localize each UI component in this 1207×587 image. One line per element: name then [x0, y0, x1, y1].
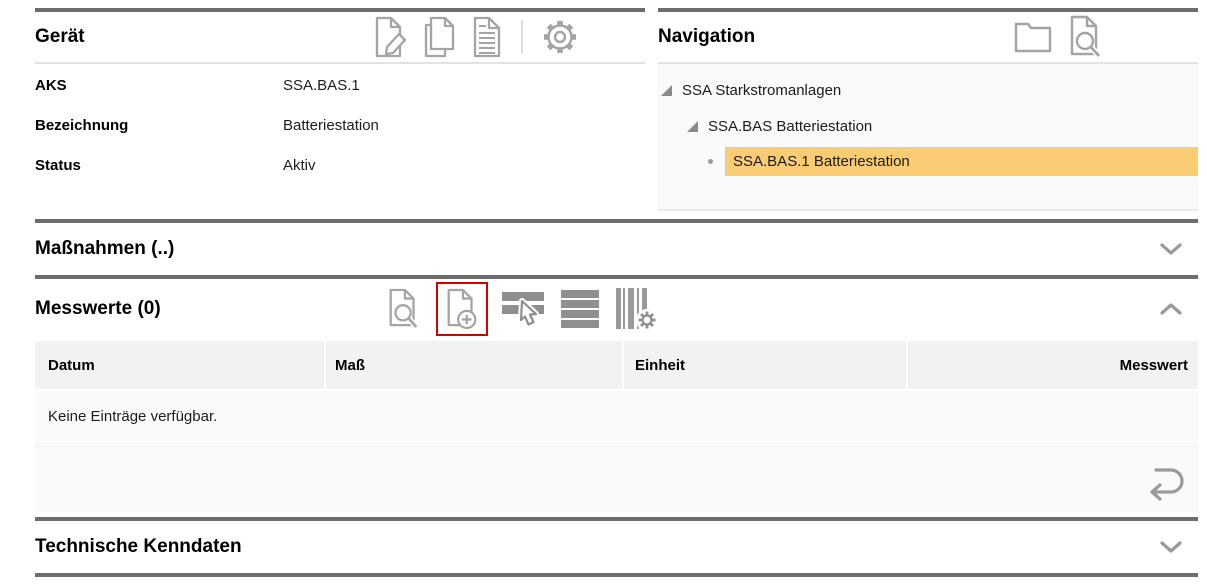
messwerte-table-header: Datum Maß Einheit Messwert [35, 341, 1198, 389]
edit-document-icon [373, 15, 409, 59]
field-value: Batteriestation [283, 117, 379, 134]
app-root: Gerät [0, 0, 1207, 587]
device-fields: AKS SSA.BAS.1 Bezeichnung Batteriestatio… [35, 64, 645, 222]
column-header-einheit[interactable]: Einheit [624, 341, 908, 389]
barcode-settings-icon [613, 286, 659, 332]
report-document-icon [471, 15, 505, 59]
highlighted-icon-frame [436, 282, 488, 336]
chevron-down-icon[interactable] [1160, 242, 1182, 256]
massnahmen-title: Maßnahmen (..) [35, 238, 174, 260]
edit-document-button[interactable] [373, 15, 409, 59]
tree-selected-highlight[interactable]: SSA.BAS.1 Batteriestation [725, 147, 1198, 176]
barcode-settings-button[interactable] [613, 286, 659, 332]
column-header-datum[interactable]: Datum [35, 341, 326, 389]
messwerte-toolbar [385, 282, 659, 336]
navigation-panel: Navigation [658, 8, 1198, 211]
navigation-panel-header: Navigation [658, 12, 1198, 64]
column-header-messwert[interactable]: Messwert [908, 341, 1198, 389]
list-rows-icon [560, 289, 600, 329]
navigation-tree: SSA Starkstromanlagen SSA.BAS Batteriest… [658, 64, 1198, 176]
device-panel-title: Gerät [35, 26, 85, 48]
tree-expander-icon[interactable] [660, 84, 673, 97]
folder-icon [1013, 19, 1053, 55]
navigation-tree-body: SSA Starkstromanlagen SSA.BAS Batteriest… [658, 64, 1198, 209]
chevron-up-icon[interactable] [1160, 302, 1182, 316]
technische-kenndaten-section-bar[interactable]: Technische Kenndaten [35, 517, 1198, 577]
document-search-icon [1066, 14, 1106, 60]
field-value: SSA.BAS.1 [283, 77, 360, 94]
settings-gear-button[interactable] [539, 16, 581, 58]
settings-gear-icon [539, 16, 581, 58]
document-search-button[interactable] [385, 286, 423, 332]
field-label: Status [35, 157, 283, 174]
row-divider [35, 446, 1198, 447]
tree-expander-icon[interactable] [686, 120, 699, 133]
document-add-button[interactable] [443, 286, 481, 332]
document-search-button[interactable] [1066, 14, 1106, 60]
device-toolbar [373, 15, 581, 59]
navigation-toolbar [1013, 14, 1106, 60]
technische-kenndaten-title: Technische Kenndaten [35, 536, 242, 558]
tree-item-root[interactable]: SSA Starkstromanlagen [660, 77, 1198, 104]
return-arrow-icon [1142, 462, 1188, 504]
tree-leaf-bullet-icon [708, 159, 713, 164]
report-document-button[interactable] [471, 15, 505, 59]
massnahmen-section-bar[interactable]: Maßnahmen (..) [35, 219, 1198, 275]
folder-button[interactable] [1013, 19, 1053, 55]
document-search-icon [385, 286, 423, 332]
device-panel: Gerät [35, 8, 645, 224]
select-rows-button[interactable] [501, 289, 547, 329]
field-label: Bezeichnung [35, 117, 283, 134]
empty-state-message: Keine Einträge verfügbar. [35, 391, 1198, 425]
chevron-down-icon[interactable] [1160, 540, 1182, 554]
field-row-status: Status Aktiv [35, 157, 645, 197]
select-rows-cursor-icon [501, 289, 547, 329]
field-value: Aktiv [283, 157, 316, 174]
document-add-icon [443, 286, 481, 332]
copy-document-icon [422, 15, 458, 59]
messwerte-header: Messwerte (0) [35, 279, 1198, 338]
tree-item-selected[interactable]: SSA.BAS.1 Batteriestation [708, 147, 1198, 176]
tree-item-label[interactable]: SSA.BAS.1 Batteriestation [733, 153, 910, 170]
list-rows-button[interactable] [560, 289, 600, 329]
field-row-aks: AKS SSA.BAS.1 [35, 77, 645, 117]
messwerte-title: Messwerte (0) [35, 298, 385, 320]
toolbar-divider [521, 20, 523, 54]
field-label: AKS [35, 77, 283, 94]
tree-item-group[interactable]: SSA.BAS Batteriestation [686, 113, 1198, 140]
tree-item-label[interactable]: SSA Starkstromanlagen [682, 82, 841, 99]
copy-document-button[interactable] [422, 15, 458, 59]
column-header-mass[interactable]: Maß [326, 341, 624, 389]
return-button[interactable] [1142, 462, 1188, 504]
device-panel-header: Gerät [35, 12, 645, 64]
messwerte-table-body: Keine Einträge verfügbar. [35, 391, 1198, 512]
field-row-bezeichnung: Bezeichnung Batteriestation [35, 117, 645, 157]
navigation-panel-title: Navigation [658, 26, 755, 48]
tree-item-label[interactable]: SSA.BAS Batteriestation [708, 118, 872, 135]
messwerte-section: Messwerte (0) [35, 275, 1198, 512]
